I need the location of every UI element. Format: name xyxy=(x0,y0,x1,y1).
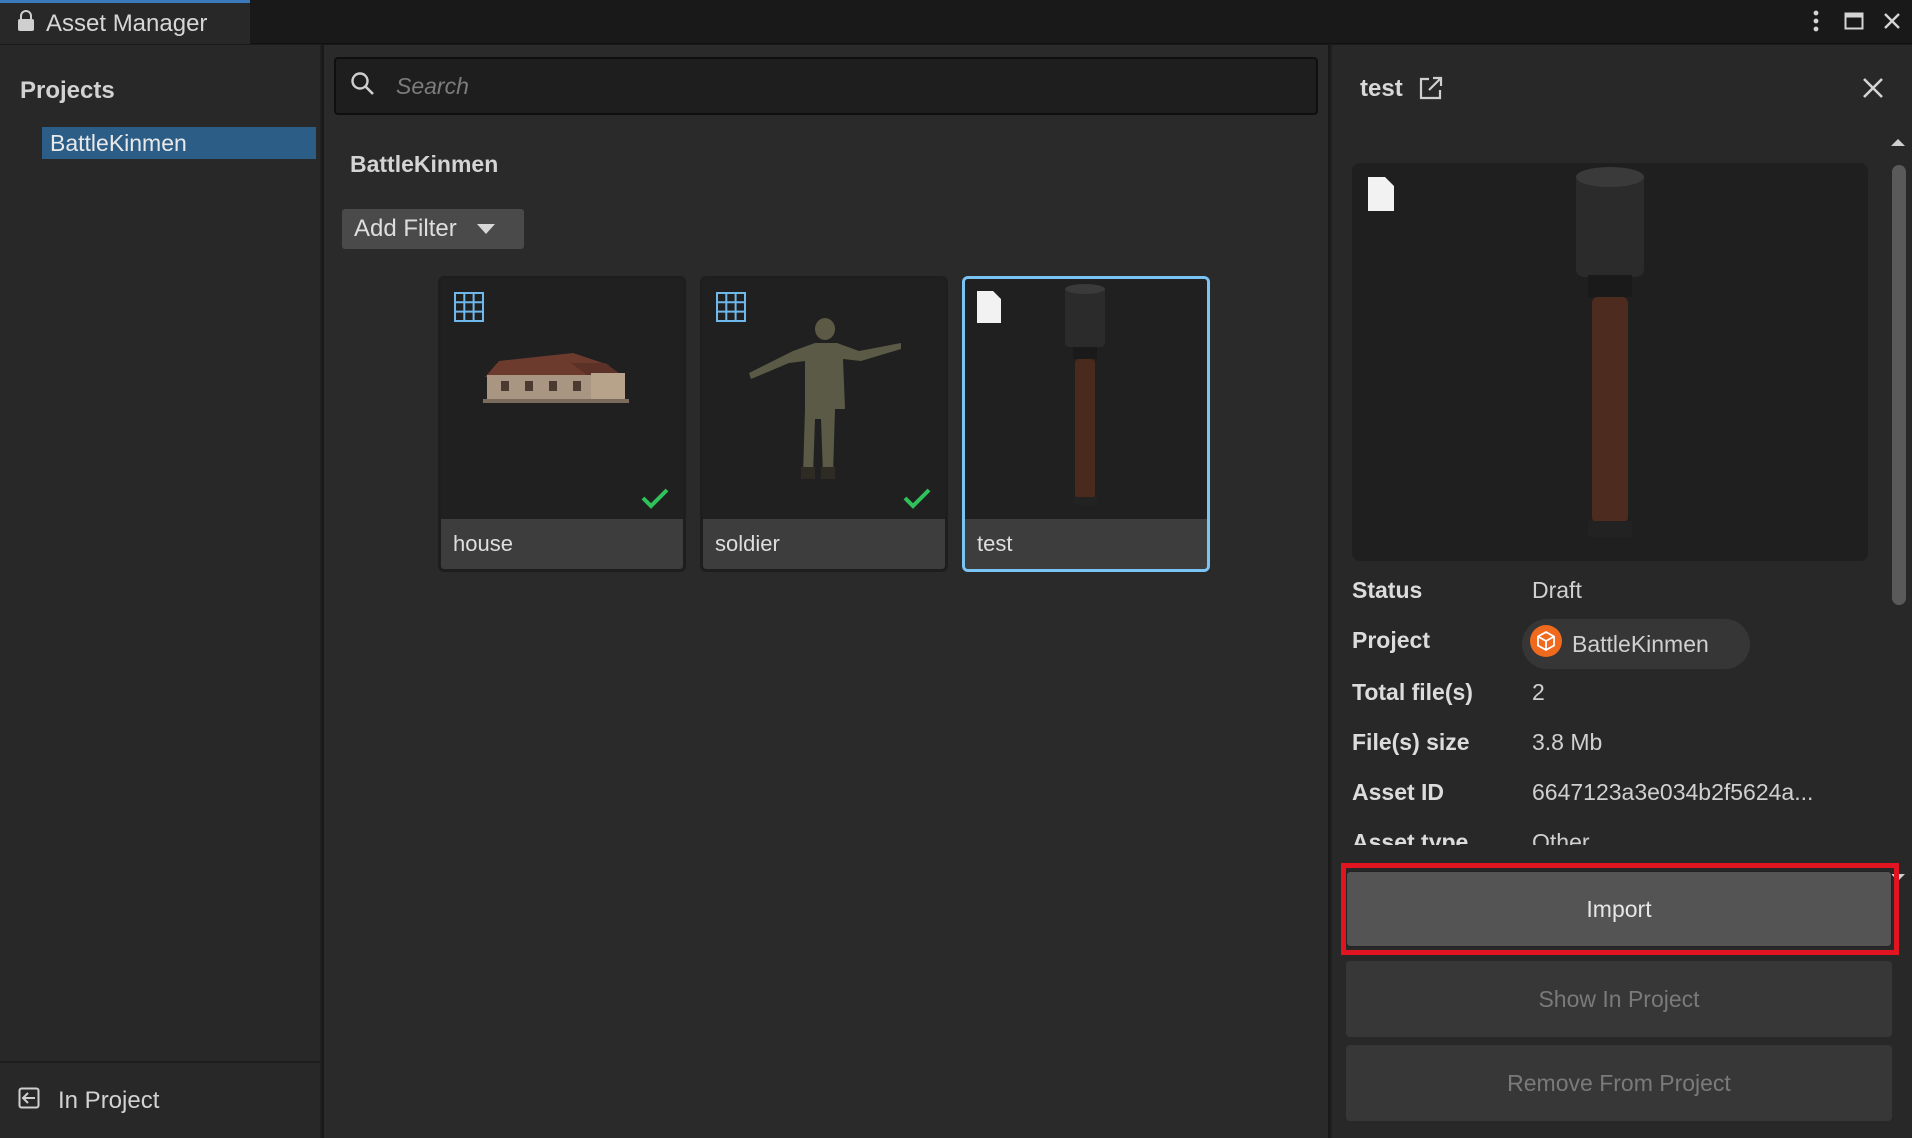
asset-type-label: Asset type xyxy=(1352,829,1469,845)
add-filter-label: Add Filter xyxy=(354,215,457,242)
asset-metadata: Status Draft Project BattleKinmen Total … xyxy=(1352,575,1872,845)
cube-icon xyxy=(1530,625,1562,663)
file-icon xyxy=(1368,177,1394,216)
asset-details-panel: test Status Draft Project BattleKinmen T… xyxy=(1330,45,1912,1138)
files-size-label: File(s) size xyxy=(1352,729,1470,755)
project-chip-label: BattleKinmen xyxy=(1572,630,1709,657)
lock-icon xyxy=(16,10,36,37)
scroll-thumb[interactable] xyxy=(1892,165,1906,605)
asset-card-soldier[interactable]: soldier xyxy=(700,276,948,572)
asset-thumbnail xyxy=(965,279,1207,520)
asset-name: house xyxy=(441,519,683,569)
file-icon xyxy=(977,291,1001,328)
asset-id-label: Asset ID xyxy=(1352,779,1445,805)
in-project-toggle[interactable]: In Project xyxy=(0,1061,320,1138)
open-external-icon[interactable] xyxy=(1418,75,1444,106)
import-button-highlight xyxy=(1341,863,1899,955)
asset-id-value: 6647123a3e034b2f5624a... xyxy=(1532,779,1814,805)
sidebar-heading: Projects xyxy=(20,77,115,104)
close-icon[interactable] xyxy=(1880,7,1904,35)
grid-icon xyxy=(453,291,485,328)
add-filter-dropdown[interactable]: Add Filter xyxy=(342,209,524,249)
show-in-project-button[interactable]: Show In Project xyxy=(1346,961,1892,1037)
sidebar-item-battlekinmen[interactable]: BattleKinmen xyxy=(42,127,316,159)
asset-card-test[interactable]: test xyxy=(962,276,1210,572)
total-files-value: 2 xyxy=(1532,679,1545,705)
in-project-label: In Project xyxy=(58,1086,160,1114)
asset-name: test xyxy=(965,519,1207,569)
search-input[interactable] xyxy=(396,72,1296,100)
import-arrow-icon xyxy=(18,1087,40,1114)
more-icon[interactable] xyxy=(1804,7,1828,35)
scroll-up-icon[interactable] xyxy=(1887,135,1909,149)
grid-icon xyxy=(715,291,747,328)
asset-preview xyxy=(1352,163,1868,561)
search-bar xyxy=(334,57,1318,115)
asset-grid: house soldier test xyxy=(438,276,1210,572)
project-label: Project xyxy=(1352,627,1430,653)
search-icon xyxy=(350,71,376,102)
total-files-label: Total file(s) xyxy=(1352,679,1473,705)
asset-name: soldier xyxy=(703,519,945,569)
chevron-down-icon xyxy=(476,224,495,234)
title-bar: Asset Manager xyxy=(0,0,1912,44)
window-title: Asset Manager xyxy=(46,9,208,37)
remove-from-project-button[interactable]: Remove From Project xyxy=(1346,1045,1892,1121)
asset-browser: BattleKinmen Add Filter xyxy=(324,45,1328,1138)
check-icon xyxy=(903,487,931,514)
status-label: Status xyxy=(1352,577,1423,603)
project-chip[interactable]: BattleKinmen xyxy=(1522,619,1750,669)
files-size-value: 3.8 Mb xyxy=(1532,729,1603,755)
maximize-icon[interactable] xyxy=(1842,7,1866,35)
details-scrollbar[interactable] xyxy=(1887,135,1909,881)
close-icon[interactable] xyxy=(1862,77,1884,104)
asset-card-house[interactable]: house xyxy=(438,276,686,572)
projects-sidebar: Projects BattleKinmen In Project xyxy=(0,45,322,1138)
asset-title: test xyxy=(1360,75,1403,102)
breadcrumb: BattleKinmen xyxy=(350,151,499,177)
status-value: Draft xyxy=(1532,577,1582,603)
window-tab[interactable]: Asset Manager xyxy=(0,0,250,44)
asset-type-value: Other xyxy=(1532,829,1590,845)
check-icon xyxy=(641,487,669,514)
